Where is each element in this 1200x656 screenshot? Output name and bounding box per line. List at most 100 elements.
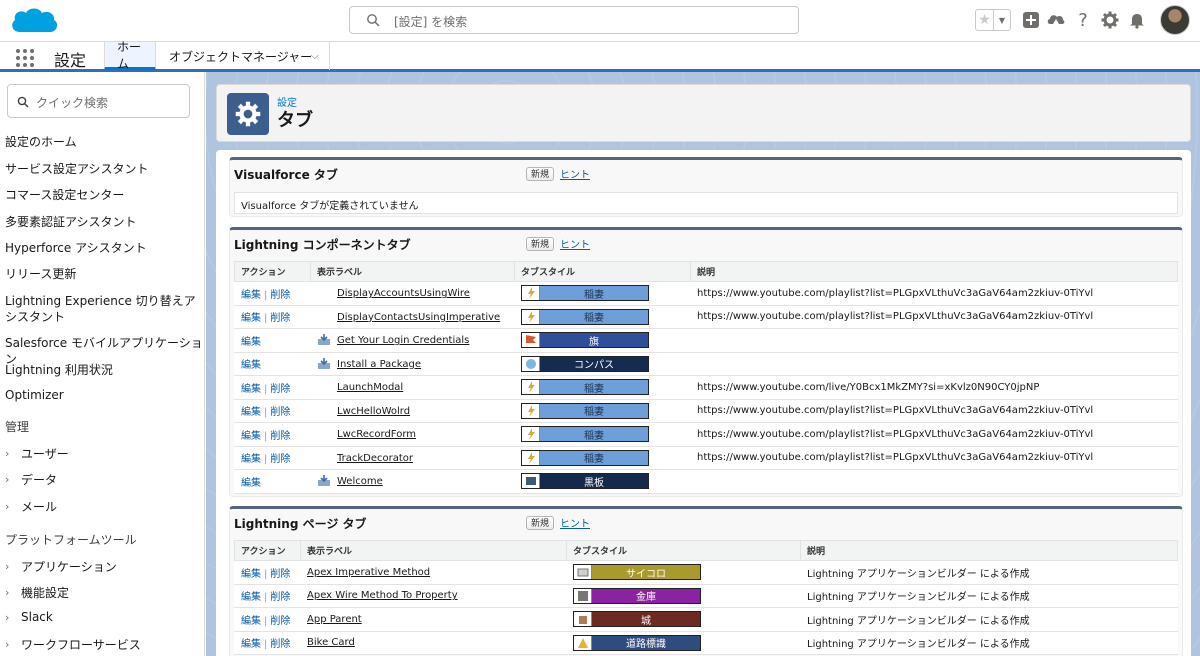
- tab-style-icon: [574, 635, 592, 650]
- app-launcher-icon[interactable]: [16, 49, 34, 67]
- sidebar-item-email[interactable]: › メール: [5, 498, 57, 515]
- tab-object-manager[interactable]: オブジェクトマネージャー ⌵: [157, 42, 330, 70]
- sidebar-item-apps[interactable]: › アプリケーション: [5, 558, 117, 575]
- sidebar-item-lex-transition[interactable]: Lightning Experience 切り替えアシスタント: [5, 293, 203, 325]
- tab-label-link[interactable]: DisplayContactsUsingImperative: [337, 312, 500, 323]
- edit-link[interactable]: 編集: [241, 290, 261, 301]
- managed-package-icon: [317, 357, 331, 370]
- edit-link[interactable]: 編集: [241, 569, 261, 580]
- tab-label-link[interactable]: LwcRecordForm: [337, 429, 416, 440]
- edit-link[interactable]: 編集: [241, 616, 261, 627]
- delete-link[interactable]: 削除: [270, 592, 290, 603]
- description-cell: [690, 469, 1178, 494]
- table-row: 編集 | 削除 LwcRecordForm 稲妻 https://www.youtube.…: [234, 422, 1178, 447]
- sidebar-item-optimizer[interactable]: Optimizer: [5, 387, 203, 403]
- edit-link[interactable]: 編集: [241, 639, 261, 650]
- delete-link[interactable]: 削除: [270, 431, 290, 442]
- tab-label-link[interactable]: DisplayAccountsUsingWire: [337, 288, 470, 299]
- edit-link[interactable]: 編集: [241, 384, 261, 395]
- hint-link[interactable]: ヒント: [560, 515, 590, 530]
- sidebar-item-commerce-setup[interactable]: コマース設定センター: [5, 187, 203, 203]
- page-title: タブ: [277, 110, 313, 131]
- description-cell: Lightning アプリケーションビルダー による作成: [800, 560, 1178, 585]
- tab-label-link[interactable]: Bike Card: [307, 637, 355, 648]
- action-cell: 編集: [234, 469, 311, 494]
- tab-style-icon: [522, 450, 540, 465]
- sidebar-item-hyperforce[interactable]: Hyperforce アシスタント: [5, 240, 203, 256]
- edit-link[interactable]: 編集: [241, 592, 261, 603]
- edit-link[interactable]: 編集: [241, 337, 261, 348]
- salesforce-logo-icon[interactable]: [8, 4, 60, 38]
- description-cell: Lightning アプリケーションビルダー による作成: [800, 607, 1178, 632]
- edit-link[interactable]: 編集: [241, 478, 261, 489]
- label-cell: App Parent: [300, 607, 567, 632]
- favorites-button-group[interactable]: ★ ▼: [975, 9, 1011, 31]
- tab-label-link[interactable]: LwcHelloWolrd: [337, 406, 410, 417]
- tab-label-link[interactable]: Apex Imperative Method: [307, 567, 430, 578]
- trailhead-icon[interactable]: [1046, 10, 1066, 30]
- global-search-input[interactable]: [設定] を検索: [349, 6, 799, 34]
- table-row: 編集 | 削除 TrackDecorator 稲妻 https://www.youtube…: [234, 446, 1178, 470]
- delete-link[interactable]: 削除: [270, 384, 290, 395]
- tab-style-name: 城: [592, 612, 700, 627]
- edit-link[interactable]: 編集: [241, 360, 261, 371]
- notification-bell-icon[interactable]: [1127, 10, 1147, 30]
- sidebar-item-label: ユーザー: [21, 447, 69, 461]
- delete-link[interactable]: 削除: [270, 639, 290, 650]
- favorites-star-icon[interactable]: ★: [976, 10, 994, 30]
- delete-link[interactable]: 削除: [270, 313, 290, 324]
- chevron-down-icon[interactable]: ⌵: [311, 49, 319, 63]
- style-cell: 道路標識: [566, 631, 801, 655]
- edit-link[interactable]: 編集: [241, 454, 261, 465]
- tab-style-badge: 稲妻: [521, 426, 649, 443]
- sidebar-item-users[interactable]: › ユーザー: [5, 445, 69, 462]
- sidebar-item-setup-home[interactable]: 設定のホーム: [5, 134, 203, 150]
- tab-label-link[interactable]: Apex Wire Method To Property: [307, 590, 458, 601]
- sidebar-item-workflow-services[interactable]: › ワークフローサービス: [5, 636, 141, 653]
- hint-link[interactable]: ヒント: [560, 236, 590, 251]
- tab-label-link[interactable]: App Parent: [307, 614, 362, 625]
- tab-style-name: 稲妻: [540, 286, 648, 301]
- sidebar-item-service-setup[interactable]: サービス設定アシスタント: [5, 161, 203, 177]
- tab-style-icon: [522, 309, 540, 324]
- label-cell: Welcome: [310, 469, 515, 494]
- new-lightning-page-tab-button[interactable]: 新規: [526, 516, 555, 530]
- chevron-right-icon: ›: [5, 560, 10, 573]
- delete-link[interactable]: 削除: [270, 407, 290, 418]
- table-row: 編集 | 削除 LwcHelloWolrd 稲妻 https://www.youtube.…: [234, 399, 1178, 423]
- sidebar-item-mfa-assistant[interactable]: 多要素認証アシスタント: [5, 214, 203, 230]
- user-avatar[interactable]: [1160, 5, 1190, 35]
- tab-style-name: 稲妻: [540, 450, 648, 465]
- edit-link[interactable]: 編集: [241, 431, 261, 442]
- delete-link[interactable]: 削除: [270, 569, 290, 580]
- tab-style-name: 稲妻: [540, 427, 648, 442]
- sidebar-item-data[interactable]: › データ: [5, 471, 57, 488]
- setup-gear-icon[interactable]: [1100, 10, 1120, 30]
- tab-label-link[interactable]: Install a Package: [337, 359, 421, 370]
- style-cell: 稲妻: [514, 422, 691, 447]
- delete-link[interactable]: 削除: [270, 616, 290, 627]
- tab-style-icon: [522, 427, 540, 442]
- tab-label-link[interactable]: Welcome: [337, 476, 383, 487]
- new-visualforce-tab-button[interactable]: 新規: [526, 167, 555, 181]
- help-icon[interactable]: ?: [1073, 10, 1093, 31]
- column-header: アクション: [234, 540, 301, 561]
- quick-find-input[interactable]: クイック検索: [7, 84, 190, 118]
- sidebar-item-slack[interactable]: › Slack: [5, 610, 53, 624]
- tab-label-link[interactable]: TrackDecorator: [337, 453, 413, 464]
- sidebar-item-feature-settings[interactable]: › 機能設定: [5, 584, 69, 601]
- sidebar-item-release-updates[interactable]: リリース更新: [5, 266, 203, 282]
- delete-link[interactable]: 削除: [270, 290, 290, 301]
- edit-link[interactable]: 編集: [241, 313, 261, 324]
- new-lightning-component-tab-button[interactable]: 新規: [526, 237, 555, 251]
- tab-home[interactable]: ホーム: [104, 40, 156, 71]
- chevron-down-icon[interactable]: ▼: [994, 10, 1010, 30]
- tab-label-link[interactable]: LaunchModal: [337, 382, 403, 393]
- add-icon[interactable]: [1021, 10, 1041, 30]
- hint-link[interactable]: ヒント: [560, 166, 590, 181]
- tab-label-link[interactable]: Get Your Login Credentials: [337, 335, 469, 346]
- sidebar-item-lightning-usage[interactable]: Lightning 利用状況: [5, 362, 203, 378]
- delete-link[interactable]: 削除: [270, 454, 290, 465]
- edit-link[interactable]: 編集: [241, 407, 261, 418]
